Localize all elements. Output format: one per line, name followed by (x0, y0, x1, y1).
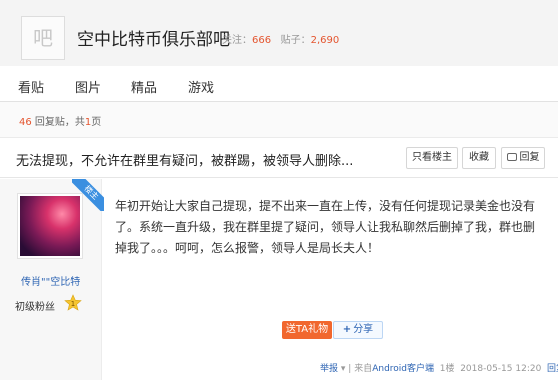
pager-bar: 46 回复贴，共1页 (0, 102, 558, 138)
reply-link[interactable]: 回复 (547, 364, 558, 374)
floor-number: 1楼 (439, 364, 455, 374)
follow-count: 666 (252, 35, 272, 46)
share-button[interactable]: + 分享 (333, 321, 383, 339)
collect-button[interactable]: 收藏 (462, 147, 496, 169)
reply-count-label: 回复贴，共 (34, 117, 85, 128)
from-label: | 来自 (348, 364, 373, 374)
forum-name[interactable]: 空中比特币俱乐部吧 (77, 25, 230, 50)
fan-badge-name[interactable]: 初级粉丝 (15, 298, 55, 313)
post-timestamp: 2018-05-15 12:20 (460, 364, 542, 374)
posts-label: 贴子： (280, 35, 311, 46)
reply-button[interactable]: 回复 (501, 147, 545, 169)
client-link[interactable]: Android客户端 (372, 364, 434, 374)
thread-title: 无法提现，不允许在群里有疑问，被群踢，被领导人删除... (16, 154, 354, 169)
share-button-label: 分享 (353, 324, 374, 335)
send-gift-button[interactable]: 送TA礼物 (282, 321, 332, 339)
follow-label: 关注： (222, 35, 252, 46)
report-link[interactable]: 举报 (320, 364, 338, 374)
reply-count: 46 (19, 117, 32, 128)
page-count-label: 页 (91, 117, 102, 128)
nav-tab-images[interactable]: 图片 (75, 77, 101, 96)
posts-count: 2,690 (310, 35, 340, 46)
thread-title-bar: 无法提现，不允许在群里有疑问，被群踢，被领导人删除... 只看楼主 收藏 回复 (0, 138, 558, 178)
forum-logo[interactable]: 吧 (21, 16, 65, 60)
author-panel: 楼主 传肖""空比特 初级粉丝 1 (0, 179, 104, 380)
op-ribbon: 楼主 (72, 179, 104, 211)
post-meta: 举报 ▾ | 来自Android客户端 1楼 2018-05-15 12:20 … (320, 361, 558, 374)
chevron-down-icon[interactable]: ▾ (341, 364, 346, 374)
nav-tab-posts[interactable]: 看贴 (18, 77, 44, 96)
forum-nav: 看贴 图片 精品 游戏 (0, 66, 558, 102)
avatar-image (20, 196, 80, 256)
pager-summary: 46 回复贴，共1页 (19, 113, 101, 128)
nav-tab-featured[interactable]: 精品 (131, 77, 157, 96)
fan-level-star-icon[interactable]: 1 (64, 294, 82, 312)
author-username[interactable]: 传肖""空比特 (21, 273, 80, 288)
fan-level-number: 1 (71, 300, 75, 308)
nav-tab-games[interactable]: 游戏 (188, 77, 214, 96)
forum-stats: 关注：666 贴子：2,690 (222, 31, 339, 46)
plus-icon: + (342, 324, 352, 335)
reply-button-label: 回复 (519, 152, 540, 163)
op-ribbon-label: 楼主 (72, 179, 104, 211)
reply-icon (506, 153, 517, 161)
only-op-button[interactable]: 只看楼主 (406, 147, 458, 169)
forum-header: 吧 空中比特币俱乐部吧 关注：666 贴子：2,690 (0, 0, 558, 66)
post-content: 年初开始让大家自己提现，提不出来一直在上传，没有任何提现记录美金也没有了。系统一… (115, 199, 536, 255)
